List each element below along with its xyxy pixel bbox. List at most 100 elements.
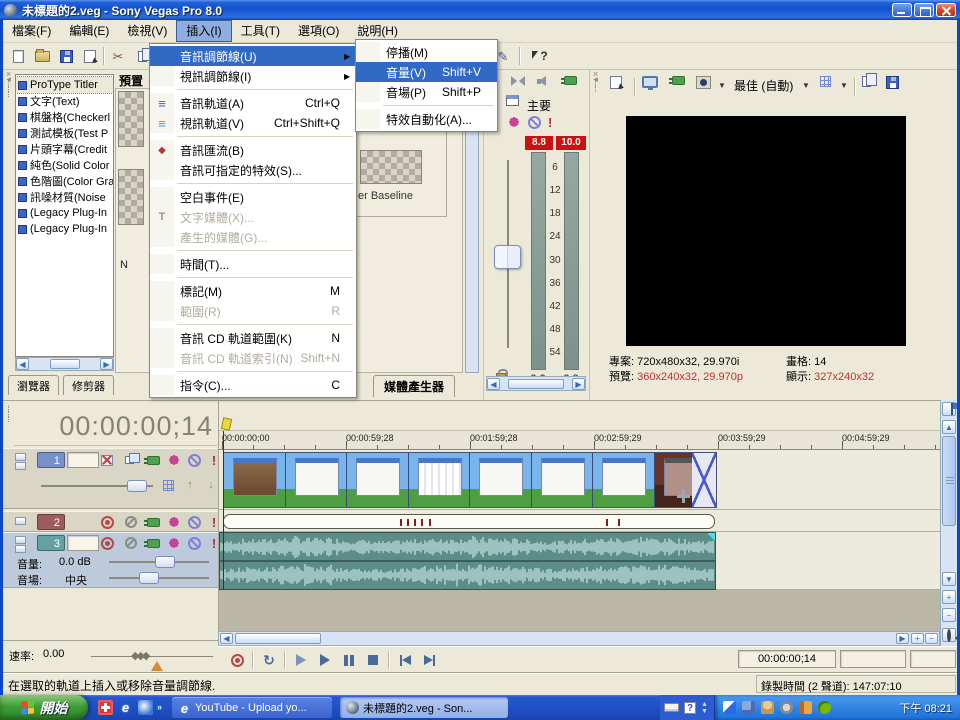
tray-user-icon[interactable] bbox=[761, 701, 774, 714]
track-minimize-button[interactable] bbox=[15, 453, 26, 461]
tray-nvidia-icon[interactable] bbox=[818, 701, 831, 714]
mute-icon[interactable] bbox=[186, 535, 202, 551]
scrollbar-thumb[interactable] bbox=[235, 633, 321, 644]
make-compositing-child-icon[interactable]: ↓ bbox=[203, 477, 219, 493]
record-button[interactable] bbox=[226, 651, 248, 669]
track-fx-icon[interactable] bbox=[145, 452, 161, 468]
new-project-button[interactable] bbox=[7, 46, 29, 66]
edit-cursor[interactable] bbox=[223, 431, 224, 590]
zoom-in-time-button[interactable]: + bbox=[911, 633, 924, 644]
mute-icon[interactable] bbox=[186, 514, 202, 530]
menubar-item[interactable]: 工具(T) bbox=[232, 20, 289, 42]
go-to-start-button[interactable] bbox=[394, 651, 416, 669]
submenu-item[interactable] bbox=[356, 102, 497, 109]
loop-playback-button[interactable]: ↻ bbox=[258, 651, 280, 669]
insert-menu-item[interactable]: 產生的媒體(G)... ▶ bbox=[150, 227, 356, 247]
insert-menu-item[interactable]: ▶ bbox=[150, 274, 356, 281]
track-number-badge[interactable]: 1 bbox=[37, 452, 65, 468]
arm-record-icon[interactable] bbox=[99, 535, 115, 551]
quicklaunch-firstaid-icon[interactable] bbox=[98, 700, 113, 715]
video-fx-button[interactable] bbox=[672, 76, 685, 85]
gear-icon[interactable] bbox=[508, 116, 520, 128]
project-media-button[interactable] bbox=[610, 76, 622, 89]
generator-list-item[interactable]: 棋盤格(Checkerl bbox=[16, 109, 113, 125]
insert-menu-item[interactable]: ▶ bbox=[150, 133, 356, 140]
insert-menu-item[interactable]: 視訊軌道(V) Ctrl+Shift+Q ▶ bbox=[150, 113, 356, 133]
insert-menu-item[interactable]: 音訊匯流(B) ▶ bbox=[150, 140, 356, 160]
keyboard-icon[interactable] bbox=[664, 703, 679, 712]
insert-menu-item[interactable]: ▶ bbox=[150, 86, 356, 93]
go-to-end-button[interactable] bbox=[418, 651, 440, 669]
time-ruler[interactable]: 00:00:00;0000:00:59;2800:01:59;2800:02:5… bbox=[219, 431, 940, 450]
generator-list-item[interactable]: ProType Titler bbox=[16, 77, 113, 93]
gear-icon[interactable] bbox=[166, 514, 182, 530]
tray-launch-icon[interactable] bbox=[723, 701, 736, 714]
insert-menu-item[interactable]: ▶ bbox=[150, 180, 356, 187]
zoom-tool-button[interactable] bbox=[942, 628, 956, 642]
quicklaunch-overflow-chevron[interactable]: » bbox=[157, 702, 162, 712]
zoom-in-track-height-button[interactable]: + bbox=[942, 590, 956, 604]
generator-list-item[interactable]: 色階圖(Color Gra bbox=[16, 173, 113, 189]
track-number-badge[interactable]: 3 bbox=[37, 535, 65, 551]
overlay-grid-button[interactable] bbox=[820, 76, 831, 87]
peak-value-right[interactable]: 10.0 bbox=[556, 136, 586, 150]
generator-list-item[interactable]: 文字(Text) bbox=[16, 93, 113, 109]
crossfade-x-icon[interactable] bbox=[692, 453, 716, 507]
scroll-right-icon[interactable]: ▶ bbox=[572, 378, 585, 390]
invert-phase-icon[interactable] bbox=[123, 514, 139, 530]
track-restore-button[interactable] bbox=[15, 462, 26, 470]
marker-bar[interactable] bbox=[219, 402, 940, 431]
generator-list-item[interactable]: 訊噪材質(Noise bbox=[16, 189, 113, 205]
insert-menu-item[interactable]: ▶ bbox=[150, 368, 356, 375]
generator-list-item[interactable]: (Legacy Plug-In bbox=[16, 221, 113, 237]
scroll-right-icon[interactable]: ▶ bbox=[100, 358, 113, 370]
preset-thumbnail[interactable] bbox=[118, 91, 144, 147]
menubar-item[interactable]: 檢視(V) bbox=[118, 20, 176, 42]
media-generators-tab[interactable]: 媒體產生器 bbox=[373, 375, 455, 397]
arm-record-icon[interactable] bbox=[99, 514, 115, 530]
save-button[interactable] bbox=[55, 46, 77, 66]
mute-icon[interactable] bbox=[528, 116, 541, 129]
insert-menu-item[interactable]: ▶ bbox=[150, 321, 356, 328]
invert-phase-icon[interactable] bbox=[123, 535, 139, 551]
insert-menu-item[interactable]: 時間(T)... ▶ bbox=[150, 254, 356, 274]
scrub-control[interactable]: ◆◆◆ bbox=[131, 649, 147, 662]
menubar-item[interactable]: 插入(I) bbox=[176, 20, 231, 42]
insert-menu-item[interactable]: 文字媒體(X)... ▶ bbox=[150, 207, 356, 227]
timeline-area[interactable]: 00:00:00;0000:00:59;2800:01:59;2800:02:5… bbox=[218, 400, 940, 631]
compositing-mode-icon[interactable] bbox=[121, 452, 137, 468]
menubar-item[interactable]: 編輯(E) bbox=[60, 20, 118, 42]
scroll-down-icon[interactable]: ▼ bbox=[942, 572, 956, 586]
track-minimize-button[interactable] bbox=[15, 517, 26, 525]
downmix-icon[interactable] bbox=[511, 75, 525, 87]
submenu-item[interactable]: 音量(V) Shift+V bbox=[356, 62, 497, 82]
timeline-marker[interactable] bbox=[221, 417, 232, 431]
insert-menu-item[interactable]: 標記(M) M ▶ bbox=[150, 281, 356, 301]
track-number-badge[interactable]: 2 bbox=[37, 514, 65, 530]
track-name-field[interactable] bbox=[67, 452, 99, 468]
title-bar[interactable]: 未標題的2.veg - Sony Vegas Pro 8.0 bbox=[0, 0, 960, 20]
whats-this-help-button[interactable]: ? bbox=[533, 46, 555, 66]
timeline-empty-area[interactable] bbox=[219, 590, 940, 631]
pane-grip[interactable]: ×◂⁞⁞⁞ bbox=[4, 72, 13, 192]
preset-thumbnail[interactable] bbox=[118, 169, 144, 225]
generator-list-item[interactable]: 測試模板(Test P bbox=[16, 125, 113, 141]
mixer-scrollbar[interactable]: ◀ ▶ bbox=[486, 376, 586, 391]
external-monitor-button[interactable] bbox=[642, 76, 658, 88]
cursor-timecode-box[interactable]: 00:00:00;14 bbox=[738, 650, 836, 668]
video-event[interactable] bbox=[223, 452, 717, 508]
audio-event-sparse[interactable] bbox=[223, 514, 715, 529]
help-icon[interactable]: ? bbox=[684, 702, 696, 714]
insert-menu-item[interactable]: 空白事件(E) ▶ bbox=[150, 187, 356, 207]
quicklaunch-ie-icon[interactable]: e bbox=[118, 700, 133, 715]
submenu-item[interactable]: 特效自動化(A)... bbox=[356, 109, 497, 129]
insert-menu-item[interactable]: 範圍(R) R ▶ bbox=[150, 301, 356, 321]
bypass-motion-blur-icon[interactable] bbox=[99, 452, 115, 468]
tray-volume-icon[interactable] bbox=[799, 701, 812, 714]
quicklaunch-media-icon[interactable] bbox=[138, 700, 153, 715]
scrub-position-indicator[interactable] bbox=[151, 661, 163, 671]
generator-list-item[interactable]: 純色(Solid Color bbox=[16, 157, 113, 173]
make-compositing-parent-icon[interactable]: ↑ bbox=[182, 477, 198, 493]
language-bar[interactable]: ? ▲▼ bbox=[660, 695, 715, 720]
insert-menu-item[interactable]: 音訊 CD 軌道索引(N) Shift+N ▶ bbox=[150, 348, 356, 368]
